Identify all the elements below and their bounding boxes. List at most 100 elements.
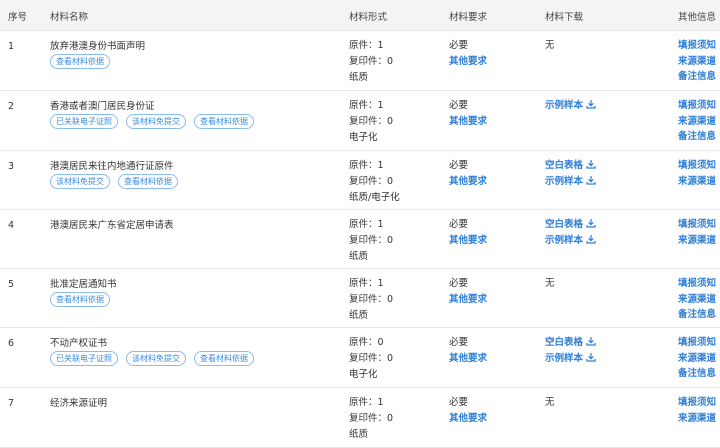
material-form: 原件：1 复印件：0 纸质 xyxy=(349,38,393,86)
other-info-link[interactable]: 来源渠道 xyxy=(678,411,716,427)
other-info-link[interactable]: 填报须知 xyxy=(678,335,716,351)
header-no: 序号 xyxy=(8,12,28,23)
download-link[interactable]: 示例样本 xyxy=(545,174,596,190)
material-tag-button[interactable]: 查看材料依据 xyxy=(118,174,178,189)
row-number: 1 xyxy=(8,41,15,52)
table-row: 1 放弃港澳身份书面声明 查看材料依据 原件：1 复印件：0 纸质 必要 其他要求 无 填报须知来… xyxy=(0,30,720,91)
other-info-link[interactable]: 填报须知 xyxy=(678,217,716,233)
table-row: 6 不动产权证书 已关联电子证照 该材料免提交 查看材料依据 原件：0 复印件：0 电子化 必要… xyxy=(0,327,720,388)
material-tag-button[interactable]: 查看材料依据 xyxy=(194,114,254,129)
form-line: 复印件：0 xyxy=(349,413,394,424)
download-none: 无 xyxy=(545,276,555,292)
material-form: 原件：0 复印件：0 电子化 xyxy=(349,335,393,383)
download-label: 无 xyxy=(545,397,555,408)
material-name: 经济来源证明 xyxy=(50,398,108,409)
other-requirements-link[interactable]: 其他要求 xyxy=(449,292,487,308)
requirement-text: 必要 xyxy=(449,278,469,289)
other-info-link[interactable]: 填报须知 xyxy=(678,276,716,292)
download-link[interactable]: 空白表格 xyxy=(545,335,596,351)
download-icon[interactable] xyxy=(586,159,596,169)
material-tag-button[interactable]: 该材料免提交 xyxy=(50,174,110,189)
requirement-text: 必要 xyxy=(449,160,469,171)
other-info-link[interactable]: 来源渠道 xyxy=(678,351,716,367)
other-info-link[interactable]: 备注信息 xyxy=(678,366,716,382)
material-requirement: 必要 其他要求 xyxy=(449,217,487,249)
download-link[interactable]: 空白表格 xyxy=(545,158,596,174)
material-download: 无 xyxy=(545,395,555,411)
tag-group: 该材料免提交 查看材料依据 xyxy=(50,174,178,189)
download-icon[interactable] xyxy=(586,218,596,228)
form-line: 原件：1 xyxy=(349,397,384,408)
material-requirement: 必要 其他要求 xyxy=(449,38,487,70)
download-none: 无 xyxy=(545,395,555,411)
download-label: 空白表格 xyxy=(545,160,584,171)
other-info-link[interactable]: 填报须知 xyxy=(678,38,716,54)
form-line: 复印件：0 xyxy=(349,353,394,364)
material-tag-button[interactable]: 该材料免提交 xyxy=(126,351,186,366)
form-line: 原件：1 xyxy=(349,160,384,171)
other-info-link[interactable]: 填报须知 xyxy=(678,98,716,114)
header-name: 材料名称 xyxy=(50,12,89,23)
row-number: 7 xyxy=(8,398,15,409)
download-link[interactable]: 示例样本 xyxy=(545,233,596,249)
table-row: 7 经济来源证明 原件：1 复印件：0 纸质 必要 其他要求 无 填报须知 来源渠道 xyxy=(0,387,720,448)
other-requirements-link[interactable]: 其他要求 xyxy=(449,114,487,130)
material-name: 批准定居通知书 xyxy=(50,279,117,290)
material-name: 香港或者澳门居民身份证 xyxy=(50,101,155,112)
download-icon[interactable] xyxy=(586,352,596,362)
other-info: 填报须知 来源渠道 xyxy=(678,217,716,248)
other-info-link[interactable]: 来源渠道 xyxy=(678,114,716,130)
download-label: 示例样本 xyxy=(545,100,584,111)
material-form: 原件：1 复印件：0 电子化 xyxy=(349,98,393,146)
download-link[interactable]: 示例样本 xyxy=(545,98,596,114)
download-icon[interactable] xyxy=(586,175,596,185)
other-info-link[interactable]: 来源渠道 xyxy=(678,292,716,308)
other-info-link[interactable]: 填报须知 xyxy=(678,158,716,174)
header-form: 材料形式 xyxy=(349,12,388,23)
material-tag-button[interactable]: 已关联电子证照 xyxy=(50,351,118,366)
material-form: 原件：1 复印件：0 纸质/电子化 xyxy=(349,158,400,206)
download-label: 示例样本 xyxy=(545,176,584,187)
row-number: 6 xyxy=(8,338,15,349)
other-info: 填报须知 来源渠道 备注信息 xyxy=(678,38,716,85)
material-download: 示例样本 xyxy=(545,98,596,114)
other-info-link[interactable]: 备注信息 xyxy=(678,69,716,85)
material-requirement: 必要 其他要求 xyxy=(449,158,487,190)
other-info-link[interactable]: 来源渠道 xyxy=(678,233,716,249)
other-requirements-link[interactable]: 其他要求 xyxy=(449,411,487,427)
form-line: 原件：1 xyxy=(349,100,384,111)
table-header: 序号 材料名称 材料形式 材料要求 材料下载 其他信息 xyxy=(0,0,720,31)
download-icon[interactable] xyxy=(586,234,596,244)
form-line: 复印件：0 xyxy=(349,56,394,67)
other-requirements-link[interactable]: 其他要求 xyxy=(449,174,487,190)
other-info-link[interactable]: 来源渠道 xyxy=(678,174,716,190)
other-info-link[interactable]: 填报须知 xyxy=(678,395,716,411)
material-tag-button[interactable]: 查看材料依据 xyxy=(50,292,110,307)
form-line: 纸质/电子化 xyxy=(349,192,400,203)
download-icon[interactable] xyxy=(586,336,596,346)
download-label: 示例样本 xyxy=(545,235,584,246)
download-icon[interactable] xyxy=(586,99,596,109)
download-link[interactable]: 空白表格 xyxy=(545,217,596,233)
other-requirements-link[interactable]: 其他要求 xyxy=(449,54,487,70)
table-row: 4 港澳居民来广东省定居申请表 原件：1 复印件：0 纸质 必要 其他要求 空白表格 示例样本 填… xyxy=(0,209,720,269)
download-link[interactable]: 示例样本 xyxy=(545,351,596,367)
other-info-link[interactable]: 备注信息 xyxy=(678,307,716,323)
requirement-text: 必要 xyxy=(449,397,469,408)
material-download: 无 xyxy=(545,276,555,292)
other-info-link[interactable]: 来源渠道 xyxy=(678,54,716,70)
other-requirements-link[interactable]: 其他要求 xyxy=(449,233,487,249)
material-tag-button[interactable]: 查看材料依据 xyxy=(194,351,254,366)
header-req: 材料要求 xyxy=(449,12,488,23)
material-requirement: 必要 其他要求 xyxy=(449,276,487,308)
row-number: 5 xyxy=(8,279,15,290)
material-tag-button[interactable]: 已关联电子证照 xyxy=(50,114,118,129)
form-line: 电子化 xyxy=(349,369,378,380)
material-tag-button[interactable]: 查看材料依据 xyxy=(50,54,110,69)
other-requirements-link[interactable]: 其他要求 xyxy=(449,351,487,367)
requirement-text: 必要 xyxy=(449,219,469,230)
table-row: 2 香港或者澳门居民身份证 已关联电子证照 该材料免提交 查看材料依据 原件：1 复印件：0… xyxy=(0,90,720,151)
other-info-link[interactable]: 备注信息 xyxy=(678,129,716,145)
material-tag-button[interactable]: 该材料免提交 xyxy=(126,114,186,129)
form-line: 纸质 xyxy=(349,72,369,83)
